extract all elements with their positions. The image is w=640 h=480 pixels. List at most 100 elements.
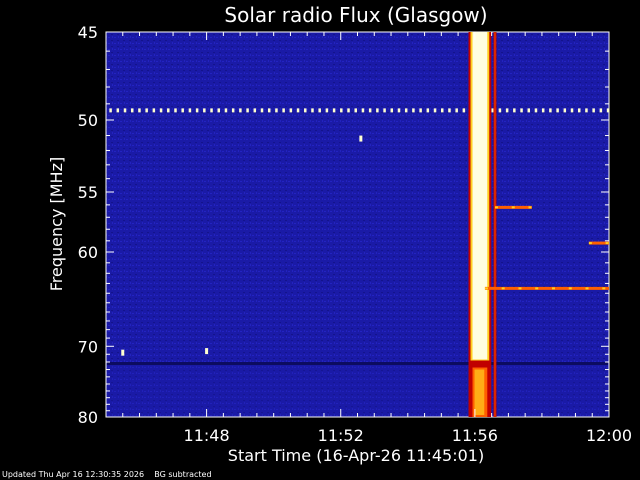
interference-dot <box>505 108 509 113</box>
x-tick-label: 12:00 <box>586 426 632 445</box>
line-highlight <box>501 287 505 290</box>
interference-dot <box>246 108 249 113</box>
interference-dot <box>412 108 415 113</box>
chart-title: Solar radio Flux (Glasgow) <box>224 3 487 27</box>
interference-dot <box>448 108 451 113</box>
interference-dot <box>289 108 293 113</box>
interference-dot <box>123 108 127 113</box>
interference-dot <box>419 108 422 113</box>
line-highlight <box>535 287 539 290</box>
interference-dot <box>347 108 350 113</box>
interference-dot <box>275 108 278 113</box>
line-highlight <box>588 242 592 245</box>
interference-dot <box>195 108 199 113</box>
y-tick-label: 80 <box>78 408 98 427</box>
x-tick-label: 11:56 <box>452 426 498 445</box>
interference-dot <box>203 108 206 113</box>
spectrogram-chart: Solar radio Flux (Glasgow) 455055607080 … <box>47 3 632 465</box>
interference-dot <box>267 108 271 113</box>
interference-dot <box>296 108 300 113</box>
interference-dot <box>116 108 120 113</box>
interference-dot <box>397 108 401 113</box>
footer-status: Updated Thu Apr 16 12:30:35 2026 BG subt… <box>2 470 212 479</box>
interference-dot <box>404 108 408 113</box>
interference-dot <box>599 108 603 113</box>
interference-dot <box>606 108 610 113</box>
y-tick-label: 60 <box>78 243 98 262</box>
line-highlight <box>484 287 488 290</box>
y-tick-label: 70 <box>78 337 98 356</box>
bright-spot <box>205 348 209 355</box>
interference-dot <box>217 108 220 113</box>
interference-dot <box>462 108 466 113</box>
line-highlight <box>585 287 589 290</box>
interference-dot <box>354 108 357 113</box>
interference-dot <box>340 108 343 113</box>
line-highlight <box>602 287 606 290</box>
line-highlight <box>551 287 555 290</box>
interference-dot <box>253 108 257 113</box>
interference-dot <box>210 108 213 113</box>
interference-dot <box>570 108 574 113</box>
interference-dot <box>527 108 531 113</box>
interference-dot <box>231 108 235 113</box>
line-highlight <box>511 206 515 209</box>
interference-dot <box>592 108 595 113</box>
burst-core <box>472 32 488 360</box>
interference-dot <box>174 108 177 113</box>
interference-dot <box>318 108 321 113</box>
dark-band <box>107 362 608 366</box>
interference-dot <box>440 108 444 113</box>
interference-dot <box>159 108 163 113</box>
interference-dot <box>556 108 559 113</box>
plot-area <box>105 31 610 418</box>
bright-spot <box>359 135 363 142</box>
interference-dot <box>433 108 437 113</box>
interference-dot <box>426 108 430 113</box>
interference-dot <box>224 108 228 113</box>
x-axis-label: Start Time (16-Apr-26 11:45:01) <box>228 446 484 465</box>
interference-dot <box>534 108 538 113</box>
interference-dot <box>325 108 329 113</box>
x-tick-label: 11:48 <box>184 426 230 445</box>
interference-dot <box>577 108 581 113</box>
interference-dot <box>152 108 156 113</box>
interference-dot <box>368 108 372 113</box>
line-highlight <box>568 287 572 290</box>
interference-dot <box>304 108 307 113</box>
line-highlight <box>605 242 609 245</box>
interference-dot <box>260 108 264 113</box>
line-highlight <box>494 206 498 209</box>
y-tick-label: 55 <box>78 183 98 202</box>
interference-dot <box>167 108 170 113</box>
interference-dot <box>282 108 285 113</box>
burst-lower-core <box>474 369 485 415</box>
secondary-burst-core <box>494 32 496 417</box>
y-tick-label: 50 <box>78 111 98 130</box>
interference-dot <box>549 108 552 113</box>
x-tick-label: 11:52 <box>318 426 364 445</box>
interference-dot <box>585 108 588 113</box>
interference-dot <box>181 108 184 113</box>
interference-dot <box>239 108 242 113</box>
y-axis-label: Frequency [MHz] <box>47 157 66 291</box>
interference-dot <box>390 108 394 113</box>
interference-dot <box>109 108 112 113</box>
interference-dot <box>361 108 365 113</box>
interference-dot <box>498 108 502 113</box>
interference-dot <box>311 108 314 113</box>
interference-dot <box>138 108 141 113</box>
interference-dot <box>332 108 336 113</box>
interference-dot <box>563 108 567 113</box>
interference-dot <box>383 108 386 113</box>
interference-dot <box>376 108 379 113</box>
line-highlight <box>518 287 522 290</box>
y-tick-label: 45 <box>78 23 98 42</box>
bright-spot <box>121 349 125 356</box>
interference-dot <box>130 108 134 113</box>
interference-dot <box>145 108 148 113</box>
interference-dot <box>541 108 545 113</box>
interference-dot <box>188 108 192 113</box>
interference-dot <box>513 108 516 113</box>
lower-band <box>107 365 608 417</box>
